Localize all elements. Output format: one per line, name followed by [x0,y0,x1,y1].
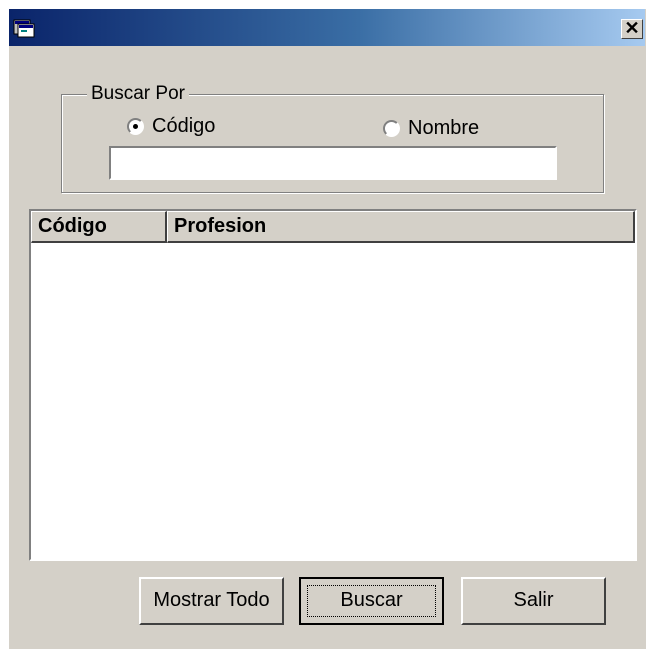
radio-nombre[interactable]: Nombre [383,117,479,140]
column-header-profesion[interactable]: Profesion [167,211,635,243]
focus-rectangle [307,585,436,617]
search-input[interactable] [109,146,557,180]
search-button[interactable]: Buscar [299,577,444,625]
radio-selected-dot [133,124,138,129]
title-bar[interactable]: ✕ [9,9,645,46]
radio-codigo-indicator[interactable] [127,118,144,135]
radio-codigo[interactable]: Código [127,115,215,138]
dialog-window: ✕ Buscar Por Código Nombre Código Profes… [8,8,646,649]
radio-nombre-indicator[interactable] [383,120,400,137]
search-by-legend: Buscar Por [87,83,189,105]
app-window-icon [13,18,35,38]
radio-nombre-label: Nombre [408,117,480,139]
exit-button[interactable]: Salir [461,577,606,625]
radio-codigo-label: Código [152,115,216,137]
column-header-codigo[interactable]: Código [31,211,167,243]
show-all-button[interactable]: Mostrar Todo [139,577,284,625]
close-button[interactable]: ✕ [621,19,643,39]
results-list[interactable]: Código Profesion [29,209,637,561]
close-icon: ✕ [624,18,640,38]
